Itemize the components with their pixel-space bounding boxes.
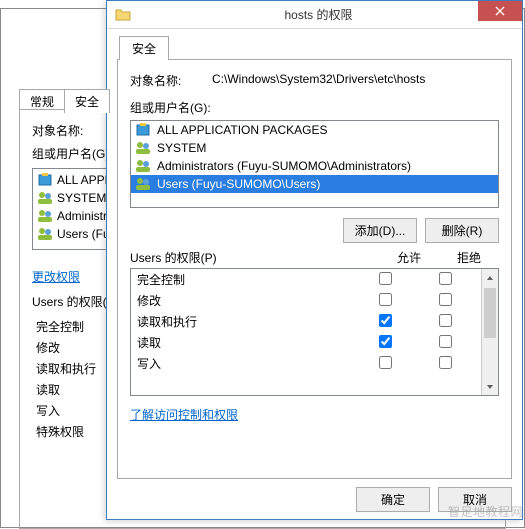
permission-row: 读取和执行 [131,311,481,332]
scroll-down-button[interactable] [482,378,498,395]
list-item-label: ALL APPLICATION PACKAGES [157,123,328,137]
allow-checkbox[interactable] [379,314,392,327]
permissions-list: 完全控制修改读取和执行读取写入 [130,268,499,396]
object-name-value: C:\Windows\System32\Drivers\etc\hosts [212,72,499,89]
package-icon [135,122,151,138]
permission-row: 修改 [131,290,481,311]
group-users-label: 组或用户名(G): [130,99,499,116]
cancel-button[interactable]: 取消 [438,487,512,512]
deny-checkbox[interactable] [439,293,452,306]
permission-label: 完全控制 [137,271,355,288]
scroll-track[interactable] [482,286,498,378]
tabstrip: 安全 [119,35,512,59]
list-item[interactable]: Users (Fuyu-SUMOMO\Users) [131,175,498,193]
object-name-label: 对象名称: [130,72,212,89]
learn-access-control-link[interactable]: 了解访问控制和权限 [130,406,238,423]
perm-allow-header: 允许 [379,249,439,266]
list-item-label: SYSTEM [57,191,106,205]
remove-button[interactable]: 删除(R) [425,218,499,243]
allow-checkbox[interactable] [379,356,392,369]
list-item-label: SYSTEM [157,141,206,155]
permission-label: 修改 [137,292,355,309]
scroll-up-button[interactable] [482,269,498,286]
permission-label: 读取 [137,334,355,351]
users-icon [135,158,151,174]
permissions-dialog: hosts 的权限 安全 对象名称: C:\Windows\System32\D… [106,0,523,520]
allow-checkbox[interactable] [379,272,392,285]
users-icon [135,176,151,192]
package-icon [37,172,53,188]
perm-deny-header: 拒绝 [439,249,499,266]
deny-checkbox[interactable] [439,272,452,285]
back-tab-security[interactable]: 安全 [64,89,110,113]
principals-listbox[interactable]: ALL APPLICATION PACKAGES SYSTEM Administra… [130,120,499,208]
close-icon [495,6,505,16]
scroll-thumb[interactable] [484,288,496,338]
allow-checkbox[interactable] [379,335,392,348]
permission-row: 完全控制 [131,269,481,290]
permission-row: 读取 [131,332,481,353]
users-icon [135,140,151,156]
perm-header-label: Users 的权限(P) [130,249,379,266]
list-item[interactable]: SYSTEM [131,139,498,157]
security-panel: 对象名称: C:\Windows\System32\Drivers\etc\ho… [117,59,512,479]
permissions-scrollbar[interactable] [481,269,498,395]
users-icon [37,190,53,206]
permission-label: 读取和执行 [137,313,355,330]
permission-label: 写入 [137,355,355,372]
back-change-permissions-link[interactable]: 更改权限 [32,268,80,285]
ok-button[interactable]: 确定 [356,487,430,512]
tab-security[interactable]: 安全 [119,36,169,60]
close-button[interactable] [478,1,522,21]
allow-checkbox[interactable] [379,293,392,306]
dialog-title: hosts 的权限 [115,6,522,23]
deny-checkbox[interactable] [439,314,452,327]
add-button[interactable]: 添加(D)... [343,218,417,243]
titlebar: hosts 的权限 [107,1,522,29]
permission-row: 写入 [131,353,481,374]
users-icon [37,208,53,224]
list-item-label: Users (Fuyu-SUMOMO\Users) [157,177,320,191]
list-item[interactable]: Administrators (Fuyu-SUMOMO\Administrato… [131,157,498,175]
users-icon [37,226,53,242]
list-item-label: Administrators (Fuyu-SUMOMO\Administrato… [157,159,411,173]
list-item[interactable]: ALL APPLICATION PACKAGES [131,121,498,139]
deny-checkbox[interactable] [439,335,452,348]
deny-checkbox[interactable] [439,356,452,369]
